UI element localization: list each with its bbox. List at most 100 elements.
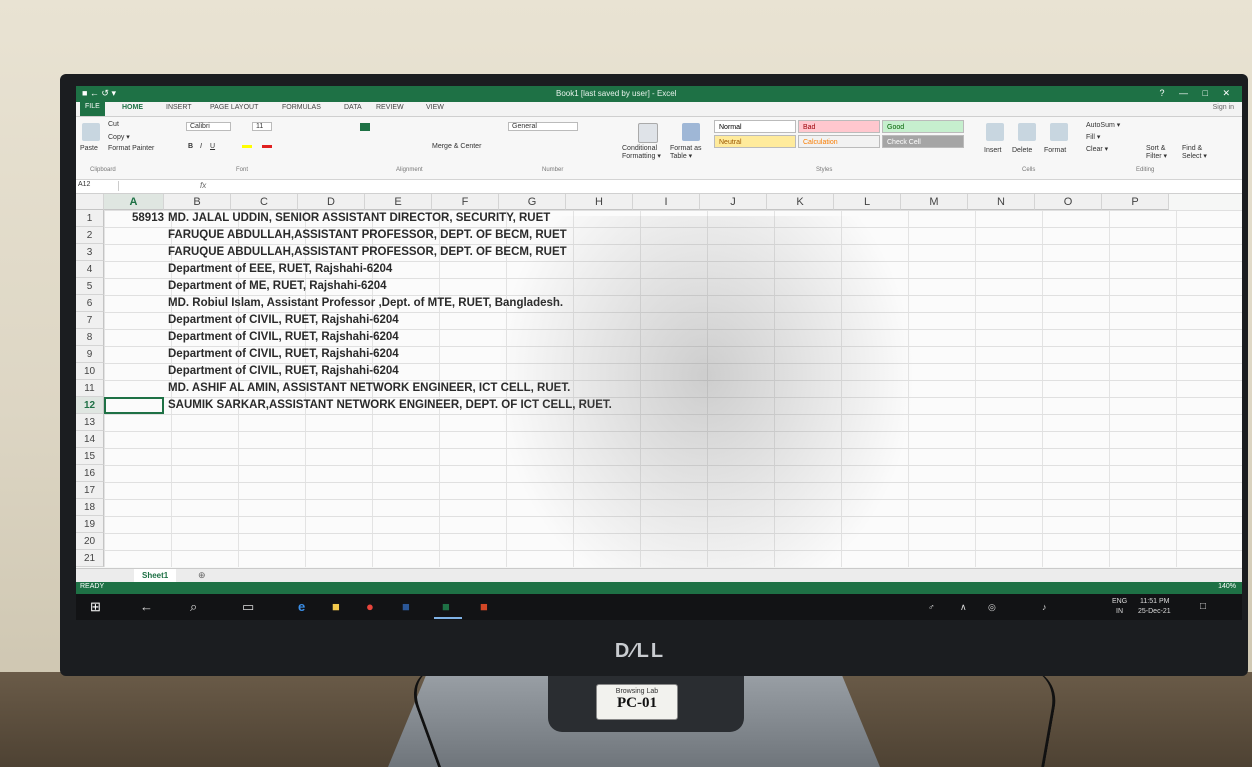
network-icon[interactable]: ◎: [988, 602, 996, 613]
fx-icon[interactable]: fx: [200, 181, 206, 190]
tab-view[interactable]: VIEW: [426, 104, 444, 111]
excel-icon[interactable]: ■: [442, 599, 450, 614]
notifications-icon[interactable]: □: [1200, 601, 1206, 612]
cell-b[interactable]: MD. ASHIF AL AMIN, ASSISTANT NETWORK ENG…: [168, 380, 570, 397]
autosum-button[interactable]: AutoSum ▾: [1086, 121, 1120, 129]
cell-a[interactable]: 58913: [104, 210, 164, 227]
paste-button[interactable]: Paste: [80, 145, 98, 152]
row-header[interactable]: 5: [76, 278, 104, 295]
cell-b[interactable]: FARUQUE ABDULLAH,ASSISTANT PROFESSOR, DE…: [168, 244, 567, 261]
row-header[interactable]: 4: [76, 261, 104, 278]
tab-review[interactable]: REVIEW: [376, 104, 404, 111]
row-header[interactable]: 16: [76, 465, 104, 482]
task-view-icon[interactable]: ▭: [242, 599, 254, 615]
column-header-g[interactable]: G: [499, 194, 566, 210]
delete-cells-icon[interactable]: [1018, 123, 1036, 141]
cell-a[interactable]: [104, 227, 164, 244]
style-bad[interactable]: Bad: [798, 120, 880, 133]
underline-button[interactable]: U: [210, 143, 215, 150]
cell-b[interactable]: Department of CIVIL, RUET, Rajshahi-6204: [168, 312, 399, 329]
fill-button[interactable]: Fill ▾: [1086, 133, 1100, 141]
chevron-up-icon[interactable]: ∧: [960, 602, 967, 613]
select-all-corner[interactable]: [76, 194, 104, 210]
style-calculation[interactable]: Calculation: [798, 135, 880, 148]
volume-icon[interactable]: ♪: [1042, 602, 1047, 612]
column-header-i[interactable]: I: [633, 194, 700, 210]
sign-in-link[interactable]: Sign in: [1213, 104, 1234, 111]
cut-button[interactable]: Cut: [108, 121, 119, 128]
window-controls[interactable]: ? — □ ✕: [1160, 88, 1236, 99]
cell-a[interactable]: [104, 312, 164, 329]
column-header-h[interactable]: H: [566, 194, 633, 210]
row-header[interactable]: 1: [76, 210, 104, 227]
find-select-button[interactable]: Find & Select ▾: [1182, 145, 1218, 160]
cell-a[interactable]: [104, 499, 164, 516]
format-as-table-icon[interactable]: [682, 123, 700, 141]
fill-color-icon[interactable]: [242, 145, 252, 148]
row-header[interactable]: 3: [76, 244, 104, 261]
sort-filter-button[interactable]: Sort & Filter ▾: [1146, 145, 1182, 160]
cell-a[interactable]: [104, 448, 164, 465]
cell-b[interactable]: Department of ME, RUET, Rajshahi-6204: [168, 278, 387, 295]
cell-b[interactable]: SAUMIK SARKAR,ASSISTANT NETWORK ENGINEER…: [168, 397, 612, 414]
new-sheet-icon[interactable]: ⊕: [198, 570, 206, 581]
row-header[interactable]: 21: [76, 550, 104, 567]
cell-a[interactable]: [104, 550, 164, 567]
format-button[interactable]: Format: [1044, 147, 1066, 154]
row-header[interactable]: 8: [76, 329, 104, 346]
cell-a[interactable]: [104, 465, 164, 482]
column-header-e[interactable]: E: [365, 194, 432, 210]
format-as-table-button[interactable]: Format as Table ▾: [670, 145, 710, 160]
edge-icon[interactable]: e: [298, 599, 305, 614]
clock-date[interactable]: 25-Dec-21: [1138, 608, 1171, 615]
font-color-icon[interactable]: [262, 145, 272, 148]
column-header-o[interactable]: O: [1035, 194, 1102, 210]
tab-data[interactable]: DATA: [344, 104, 362, 111]
row-header[interactable]: 9: [76, 346, 104, 363]
conditional-formatting-icon[interactable]: [638, 123, 658, 143]
font-name-select[interactable]: Calibri: [186, 122, 231, 131]
column-header-d[interactable]: D: [298, 194, 365, 210]
row-header[interactable]: 14: [76, 431, 104, 448]
conditional-formatting-button[interactable]: Conditional Formatting ▾: [622, 145, 674, 160]
clock-time[interactable]: 11:51 PM: [1140, 598, 1169, 605]
merge-center-button[interactable]: Merge & Center: [432, 143, 481, 150]
row-header[interactable]: 2: [76, 227, 104, 244]
cell-a[interactable]: [104, 482, 164, 499]
cell-b[interactable]: MD. Robiul Islam, Assistant Professor ,D…: [168, 295, 563, 312]
column-header-b[interactable]: B: [164, 194, 231, 210]
italic-button[interactable]: I: [200, 143, 202, 150]
tab-home[interactable]: HOME: [122, 104, 143, 111]
cell-a[interactable]: [104, 363, 164, 380]
cell-b[interactable]: Department of CIVIL, RUET, Rajshahi-6204: [168, 329, 399, 346]
cell-b[interactable]: Department of CIVIL, RUET, Rajshahi-6204: [168, 363, 399, 380]
cell-b[interactable]: Department of EEE, RUET, Rajshahi-6204: [168, 261, 392, 278]
tab-file[interactable]: FILE: [80, 102, 105, 116]
insert-button[interactable]: Insert: [984, 147, 1002, 154]
cell-a[interactable]: [104, 380, 164, 397]
cell-a[interactable]: [104, 516, 164, 533]
bold-button[interactable]: B: [188, 143, 193, 150]
column-header-k[interactable]: K: [767, 194, 834, 210]
quick-access-toolbar[interactable]: ■ ← ↺ ▾: [82, 88, 116, 99]
style-neutral[interactable]: Neutral: [714, 135, 796, 148]
row-header[interactable]: 13: [76, 414, 104, 431]
cell-a[interactable]: [104, 533, 164, 550]
zoom-level[interactable]: 140%: [1218, 583, 1236, 590]
row-header[interactable]: 10: [76, 363, 104, 380]
row-header[interactable]: 12: [76, 397, 104, 414]
column-header-f[interactable]: F: [432, 194, 499, 210]
word-icon[interactable]: ■: [402, 599, 410, 614]
search-icon[interactable]: ⌕: [190, 599, 197, 615]
delete-button[interactable]: Delete: [1012, 147, 1032, 154]
file-explorer-icon[interactable]: ■: [332, 599, 340, 614]
cell-a[interactable]: [104, 244, 164, 261]
column-header-c[interactable]: C: [231, 194, 298, 210]
row-header[interactable]: 15: [76, 448, 104, 465]
column-header-a[interactable]: A: [104, 194, 164, 210]
align-icon[interactable]: [360, 123, 370, 131]
row-header[interactable]: 11: [76, 380, 104, 397]
column-header-j[interactable]: J: [700, 194, 767, 210]
column-header-p[interactable]: P: [1102, 194, 1169, 210]
cell-a[interactable]: [104, 431, 164, 448]
